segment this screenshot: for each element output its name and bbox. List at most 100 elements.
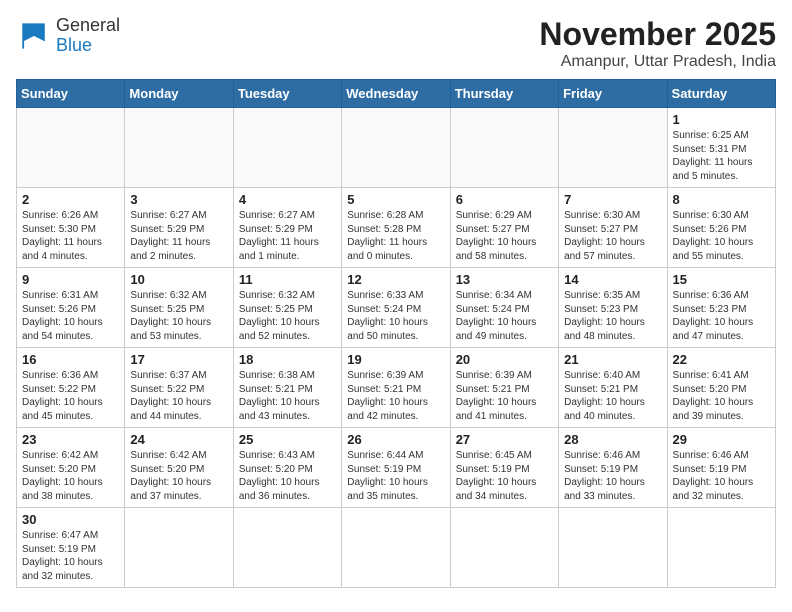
- day-info: Sunrise: 6:45 AM Sunset: 5:19 PM Dayligh…: [456, 449, 553, 503]
- calendar-cell: 19 Sunrise: 6:39 AM Sunset: 5:21 PM Dayli…: [342, 348, 450, 428]
- title-area: November 2025 Amanpur, Uttar Pradesh, In…: [539, 16, 776, 71]
- day-number: 19: [347, 352, 444, 367]
- day-info: Sunrise: 6:44 AM Sunset: 5:19 PM Dayligh…: [347, 449, 444, 503]
- day-number: 2: [22, 192, 119, 207]
- calendar-cell: 17 Sunrise: 6:37 AM Sunset: 5:22 PM Dayli…: [125, 348, 233, 428]
- calendar-cell: 13Sunrise: 6:34 AM Sunset: 5:24 PM Dayli…: [450, 268, 558, 348]
- calendar-cell: 20 Sunrise: 6:39 AM Sunset: 5:21 PM Dayli…: [450, 348, 558, 428]
- calendar-week-1: 2Sunrise: 6:26 AM Sunset: 5:30 PM Daylig…: [17, 188, 776, 268]
- day-number: 14: [564, 272, 661, 287]
- header-sunday: Sunday: [17, 80, 125, 108]
- day-number: 22: [673, 352, 770, 367]
- day-info: Sunrise: 6:39 AM Sunset: 5:21 PM Dayligh…: [456, 369, 553, 423]
- logo-icon: [16, 18, 52, 54]
- day-info: Sunrise: 6:28 AM Sunset: 5:28 PM Dayligh…: [347, 209, 444, 263]
- calendar-cell: 27 Sunrise: 6:45 AM Sunset: 5:19 PM Dayli…: [450, 428, 558, 508]
- calendar-cell: 25Sunrise: 6:43 AM Sunset: 5:20 PM Dayli…: [233, 428, 341, 508]
- day-info: Sunrise: 6:36 AM Sunset: 5:22 PM Dayligh…: [22, 369, 119, 423]
- calendar-cell: [559, 108, 667, 188]
- day-info: Sunrise: 6:35 AM Sunset: 5:23 PM Dayligh…: [564, 289, 661, 343]
- logo: General Blue: [16, 16, 120, 56]
- calendar-cell: [450, 108, 558, 188]
- day-info: Sunrise: 6:37 AM Sunset: 5:22 PM Dayligh…: [130, 369, 227, 423]
- calendar-cell: [233, 108, 341, 188]
- day-info: Sunrise: 6:47 AM Sunset: 5:19 PM Dayligh…: [22, 529, 119, 583]
- day-info: Sunrise: 6:31 AM Sunset: 5:26 PM Dayligh…: [22, 289, 119, 343]
- day-info: Sunrise: 6:27 AM Sunset: 5:29 PM Dayligh…: [239, 209, 336, 263]
- day-info: Sunrise: 6:30 AM Sunset: 5:27 PM Dayligh…: [564, 209, 661, 263]
- day-info: Sunrise: 6:32 AM Sunset: 5:25 PM Dayligh…: [239, 289, 336, 343]
- day-info: Sunrise: 6:43 AM Sunset: 5:20 PM Dayligh…: [239, 449, 336, 503]
- calendar-body: 1Sunrise: 6:25 AM Sunset: 5:31 PM Daylig…: [17, 108, 776, 588]
- logo-text: General Blue: [56, 16, 120, 56]
- calendar-cell: 30Sunrise: 6:47 AM Sunset: 5:19 PM Dayli…: [17, 508, 125, 588]
- calendar-week-0: 1Sunrise: 6:25 AM Sunset: 5:31 PM Daylig…: [17, 108, 776, 188]
- day-info: Sunrise: 6:38 AM Sunset: 5:21 PM Dayligh…: [239, 369, 336, 423]
- day-info: Sunrise: 6:32 AM Sunset: 5:25 PM Dayligh…: [130, 289, 227, 343]
- header-tuesday: Tuesday: [233, 80, 341, 108]
- calendar-subtitle: Amanpur, Uttar Pradesh, India: [539, 53, 776, 71]
- calendar-cell: [450, 508, 558, 588]
- calendar-cell: 23Sunrise: 6:42 AM Sunset: 5:20 PM Dayli…: [17, 428, 125, 508]
- day-number: 28: [564, 432, 661, 447]
- calendar-cell: 1Sunrise: 6:25 AM Sunset: 5:31 PM Daylig…: [667, 108, 775, 188]
- calendar-cell: 18 Sunrise: 6:38 AM Sunset: 5:21 PM Dayli…: [233, 348, 341, 428]
- day-number: 9: [22, 272, 119, 287]
- calendar-cell: [233, 508, 341, 588]
- day-number: 21: [564, 352, 661, 367]
- calendar-cell: 10 Sunrise: 6:32 AM Sunset: 5:25 PM Dayli…: [125, 268, 233, 348]
- calendar-cell: 8Sunrise: 6:30 AM Sunset: 5:26 PM Daylig…: [667, 188, 775, 268]
- day-number: 16: [22, 352, 119, 367]
- calendar-cell: 11 Sunrise: 6:32 AM Sunset: 5:25 PM Dayli…: [233, 268, 341, 348]
- calendar-title: November 2025: [539, 16, 776, 53]
- calendar-cell: [125, 508, 233, 588]
- calendar-cell: 9 Sunrise: 6:31 AM Sunset: 5:26 PM Daylig…: [17, 268, 125, 348]
- day-info: Sunrise: 6:46 AM Sunset: 5:19 PM Dayligh…: [564, 449, 661, 503]
- day-info: Sunrise: 6:27 AM Sunset: 5:29 PM Dayligh…: [130, 209, 227, 263]
- day-number: 11: [239, 272, 336, 287]
- day-number: 23: [22, 432, 119, 447]
- day-info: Sunrise: 6:39 AM Sunset: 5:21 PM Dayligh…: [347, 369, 444, 423]
- day-number: 29: [673, 432, 770, 447]
- day-number: 17: [130, 352, 227, 367]
- calendar-cell: 28 Sunrise: 6:46 AM Sunset: 5:19 PM Dayli…: [559, 428, 667, 508]
- calendar-cell: 16 Sunrise: 6:36 AM Sunset: 5:22 PM Dayli…: [17, 348, 125, 428]
- calendar-cell: 3 Sunrise: 6:27 AM Sunset: 5:29 PM Daylig…: [125, 188, 233, 268]
- day-info: Sunrise: 6:33 AM Sunset: 5:24 PM Dayligh…: [347, 289, 444, 343]
- header-friday: Friday: [559, 80, 667, 108]
- calendar-week-5: 30Sunrise: 6:47 AM Sunset: 5:19 PM Dayli…: [17, 508, 776, 588]
- header-monday: Monday: [125, 80, 233, 108]
- day-number: 13: [456, 272, 553, 287]
- day-number: 8: [673, 192, 770, 207]
- day-info: Sunrise: 6:46 AM Sunset: 5:19 PM Dayligh…: [673, 449, 770, 503]
- calendar-cell: 24Sunrise: 6:42 AM Sunset: 5:20 PM Dayli…: [125, 428, 233, 508]
- day-info: Sunrise: 6:29 AM Sunset: 5:27 PM Dayligh…: [456, 209, 553, 263]
- day-number: 10: [130, 272, 227, 287]
- day-number: 1: [673, 112, 770, 127]
- day-info: Sunrise: 6:36 AM Sunset: 5:23 PM Dayligh…: [673, 289, 770, 343]
- header-wednesday: Wednesday: [342, 80, 450, 108]
- calendar-cell: [342, 508, 450, 588]
- calendar-cell: 6Sunrise: 6:29 AM Sunset: 5:27 PM Daylig…: [450, 188, 558, 268]
- header-thursday: Thursday: [450, 80, 558, 108]
- calendar-cell: 21 Sunrise: 6:40 AM Sunset: 5:21 PM Dayli…: [559, 348, 667, 428]
- day-number: 3: [130, 192, 227, 207]
- day-number: 18: [239, 352, 336, 367]
- day-number: 27: [456, 432, 553, 447]
- calendar-cell: 14 Sunrise: 6:35 AM Sunset: 5:23 PM Dayli…: [559, 268, 667, 348]
- calendar-cell: 22Sunrise: 6:41 AM Sunset: 5:20 PM Dayli…: [667, 348, 775, 428]
- day-info: Sunrise: 6:40 AM Sunset: 5:21 PM Dayligh…: [564, 369, 661, 423]
- calendar-cell: [342, 108, 450, 188]
- calendar-table: Sunday Monday Tuesday Wednesday Thursday…: [16, 79, 776, 588]
- day-number: 26: [347, 432, 444, 447]
- calendar-cell: 15Sunrise: 6:36 AM Sunset: 5:23 PM Dayli…: [667, 268, 775, 348]
- weekday-row: Sunday Monday Tuesday Wednesday Thursday…: [17, 80, 776, 108]
- day-number: 7: [564, 192, 661, 207]
- day-number: 20: [456, 352, 553, 367]
- logo-blue-text: Blue: [56, 35, 92, 55]
- calendar-cell: [559, 508, 667, 588]
- calendar-cell: [125, 108, 233, 188]
- day-number: 12: [347, 272, 444, 287]
- calendar-week-4: 23Sunrise: 6:42 AM Sunset: 5:20 PM Dayli…: [17, 428, 776, 508]
- page-header: General Blue November 2025 Amanpur, Utta…: [16, 16, 776, 71]
